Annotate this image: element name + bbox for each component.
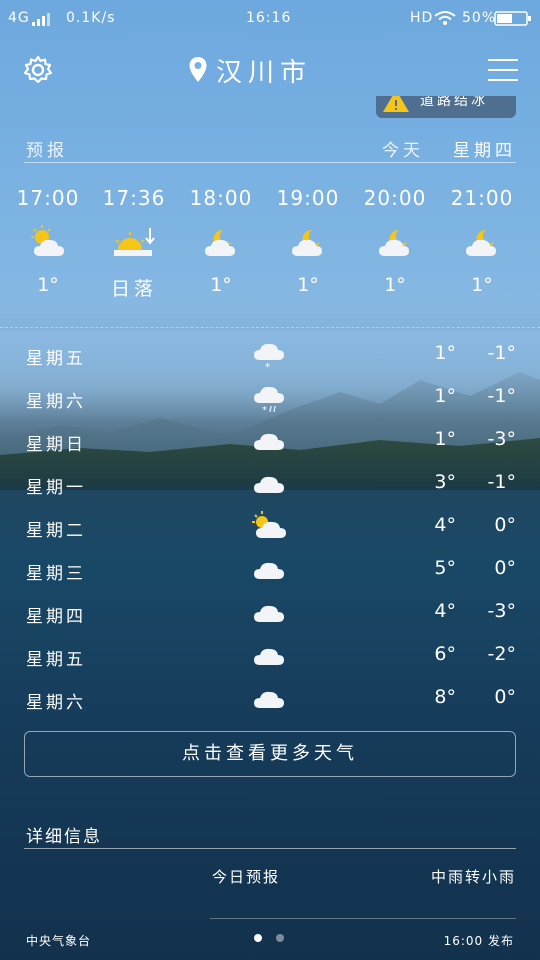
moon-cloud-icon xyxy=(442,224,522,260)
hourly-item: 18:00 1° xyxy=(181,186,261,296)
snow-cloud-icon: * xyxy=(254,343,284,372)
day-name: 星期四 xyxy=(26,607,86,627)
day-name: 星期五 xyxy=(26,650,86,670)
footer: 中央气象台 16:00 发布 xyxy=(0,930,540,954)
day-high: 1° xyxy=(434,385,456,407)
data-source: 中央气象台 xyxy=(26,934,92,948)
sleet-cloud-icon: * xyxy=(254,386,284,415)
divider xyxy=(24,848,516,849)
day-name: 星期三 xyxy=(26,564,86,584)
daily-forecast: 星期五 * 1° -1° 星期六 * 1° -1° 星期日 1° -3° 星期一… xyxy=(0,340,540,720)
hourly-item: 17:00 1° xyxy=(8,186,88,296)
list-item: 星期日 1° -3° xyxy=(26,428,516,458)
page-indicator[interactable] xyxy=(276,934,284,942)
more-weather-button[interactable]: 点击查看更多天气 xyxy=(24,731,516,777)
hour-temp: 1° xyxy=(37,274,59,296)
list-item: 星期五 6° -2° xyxy=(26,643,516,673)
hourly-item: 17:36 日落 xyxy=(94,186,174,301)
day-low: 0° xyxy=(494,557,516,579)
divider xyxy=(210,918,516,919)
hour-time: 21:00 xyxy=(450,186,514,210)
hour-temp: 日落 xyxy=(110,278,157,300)
list-item: 星期六 * 1° -1° xyxy=(26,385,516,415)
publish-time: 16:00 发布 xyxy=(443,934,514,948)
page-indicator-active[interactable] xyxy=(254,934,262,942)
list-item: 星期六 8° 0° xyxy=(26,686,516,716)
day-low: -3° xyxy=(487,428,516,450)
svg-text:*: * xyxy=(265,362,270,372)
divider xyxy=(0,327,540,329)
hourly-forecast: 17:00 1° 17:36 日落 18:00 1° 19:00 1° 20:0… xyxy=(0,0,540,330)
hour-time: 20:00 xyxy=(363,186,427,210)
hour-time: 19:00 xyxy=(276,186,340,210)
svg-text:*: * xyxy=(262,405,267,415)
day-low: -1° xyxy=(487,342,516,364)
day-high: 1° xyxy=(434,428,456,450)
cloud-icon xyxy=(254,433,284,450)
hour-temp: 1° xyxy=(210,274,232,296)
day-high: 5° xyxy=(434,557,456,579)
day-name: 星期一 xyxy=(26,478,86,498)
list-item: 星期五 * 1° -1° xyxy=(26,342,516,372)
cloud-icon xyxy=(254,476,284,493)
cloud-icon xyxy=(254,562,284,579)
hour-temp: 1° xyxy=(384,274,406,296)
day-high: 1° xyxy=(434,342,456,364)
day-low: -1° xyxy=(487,471,516,493)
hour-temp: 1° xyxy=(471,274,493,296)
moon-cloud-icon xyxy=(181,224,261,260)
list-item: 星期四 4° -3° xyxy=(26,600,516,630)
day-high: 4° xyxy=(434,514,456,536)
cloud-icon xyxy=(254,691,284,708)
hour-time: 18:00 xyxy=(189,186,253,210)
day-name: 星期六 xyxy=(26,392,86,412)
day-low: -3° xyxy=(487,600,516,622)
list-item: 星期一 3° -1° xyxy=(26,471,516,501)
sun-cloud-icon xyxy=(252,511,286,538)
day-high: 4° xyxy=(434,600,456,622)
hourly-item: 20:00 1° xyxy=(355,186,435,296)
day-low: 0° xyxy=(494,686,516,708)
details-forecast-value: 中雨转小雨 xyxy=(430,868,516,886)
moon-cloud-icon xyxy=(268,224,348,260)
list-item: 星期三 5° 0° xyxy=(26,557,516,587)
hour-time: 17:00 xyxy=(16,186,80,210)
moon-cloud-icon xyxy=(355,224,435,260)
cloud-icon xyxy=(254,605,284,622)
day-name: 星期日 xyxy=(26,435,86,455)
hour-time: 17:36 xyxy=(102,186,166,210)
hourly-item: 19:00 1° xyxy=(268,186,348,296)
day-high: 6° xyxy=(434,643,456,665)
sunset-icon xyxy=(94,224,174,260)
details-forecast-row: 今日预报 中雨转小雨 xyxy=(24,866,516,886)
list-item: 星期二 4° 0° xyxy=(26,511,516,544)
details-title: 详细信息 xyxy=(26,827,102,847)
day-name: 星期六 xyxy=(26,693,86,713)
day-name: 星期五 xyxy=(26,349,86,369)
day-low: -2° xyxy=(487,643,516,665)
sun-cloud-icon xyxy=(8,224,88,260)
day-low: -1° xyxy=(487,385,516,407)
day-low: 0° xyxy=(494,514,516,536)
day-high: 3° xyxy=(434,471,456,493)
day-high: 8° xyxy=(434,686,456,708)
hour-temp: 1° xyxy=(297,274,319,296)
cloud-icon xyxy=(254,648,284,665)
hourly-item: 21:00 1° xyxy=(442,186,522,296)
details-forecast-label: 今日预报 xyxy=(212,868,281,886)
day-name: 星期二 xyxy=(26,521,86,541)
